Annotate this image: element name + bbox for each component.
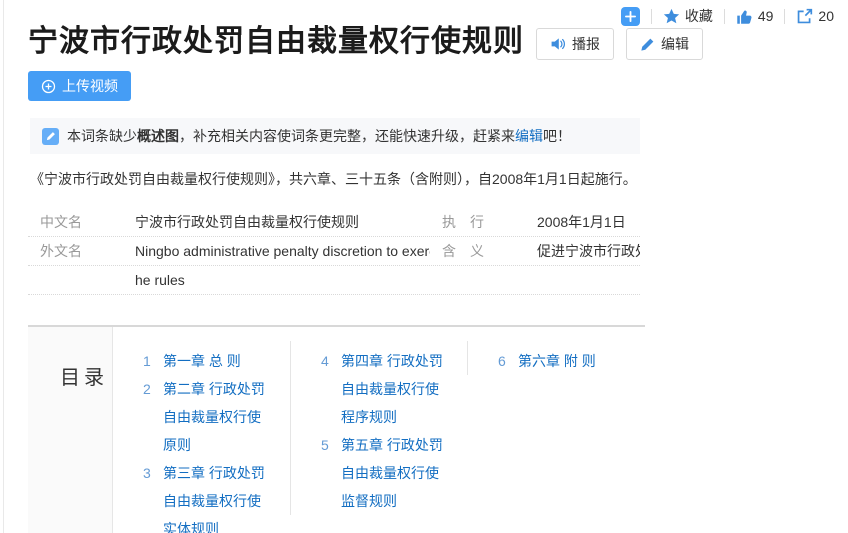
catalog-column-2: 4 第四章 行政处罚自由裁量权行使程序规则 5 第五章 行政处罚自由裁量权行使监… (290, 341, 467, 515)
info-row: 中文名 宁波市行政处罚自由裁量权行使规则 执 行 2008年1月1日 (28, 208, 640, 237)
info-value: 2008年1月1日 (537, 212, 640, 232)
catalog-item-number: 5 (321, 431, 335, 515)
broadcast-button[interactable]: 播报 (536, 28, 614, 60)
catalog-item-number: 6 (498, 347, 512, 375)
entry-summary: 《宁波市行政处罚自由裁量权行使规则》，共六章、三十五条（含附则），自2008年1… (28, 168, 645, 190)
catalog-side: 目录 (28, 327, 113, 533)
thumb-up-icon (736, 8, 753, 25)
favorite-label: 收藏 (685, 6, 713, 26)
add-to-icon[interactable] (621, 7, 640, 26)
info-label: 中文名 (28, 212, 135, 232)
upload-video-button[interactable]: 上传视频 (28, 71, 131, 101)
speaker-icon (550, 36, 566, 52)
catalog-item: 5 第五章 行政处罚自由裁量权行使监督规则 (321, 431, 467, 515)
catalog-item-number: 2 (143, 375, 157, 459)
info-value: 宁波市行政处罚自由裁量权行使规则 (135, 212, 430, 232)
catalog-item-number: 4 (321, 347, 335, 431)
catalog-title: 目录 (60, 361, 112, 390)
social-toolbar: 收藏 49 20 (621, 6, 834, 26)
baike-entry-page: 收藏 49 20 宁波市行政处罚自由裁量权行使规则 播报 编辑 (0, 0, 848, 533)
share-icon (796, 8, 813, 25)
favorite-button[interactable]: 收藏 (663, 6, 713, 26)
catalog-link-chapter4[interactable]: 第四章 行政处罚自由裁量权行使程序规则 (341, 347, 448, 431)
catalog-link-chapter1[interactable]: 第一章 总 则 (163, 347, 270, 375)
catalog-link-chapter2[interactable]: 第二章 行政处罚自由裁量权行使原则 (163, 375, 270, 459)
catalog-item: 1 第一章 总 则 (143, 347, 290, 375)
edit-label: 编辑 (661, 34, 689, 54)
share-button[interactable]: 20 (796, 8, 834, 25)
info-value: Ningbo administrative penalty discretion… (135, 243, 430, 259)
info-label: 含 义 (430, 241, 537, 261)
info-label (430, 272, 537, 288)
catalog-item: 2 第二章 行政处罚自由裁量权行使原则 (143, 375, 290, 459)
page-left-divider (3, 0, 4, 533)
edit-pencil-icon (42, 128, 59, 145)
missing-summary-notice: 本词条缺少概述图，补充相关内容使词条更完整，还能快速升级，赶紧来编辑吧！ (30, 118, 640, 154)
toolbar-separator (724, 9, 725, 24)
catalog-link-chapter5[interactable]: 第五章 行政处罚自由裁量权行使监督规则 (341, 431, 448, 515)
title-row: 宁波市行政处罚自由裁量权行使规则 播报 编辑 (28, 22, 645, 62)
catalog-item-number: 3 (143, 459, 157, 533)
catalog-item-number: 1 (143, 347, 157, 375)
share-count: 20 (818, 8, 834, 24)
info-row: 外文名 Ningbo administrative penalty discre… (28, 237, 640, 266)
basic-info-table: 中文名 宁波市行政处罚自由裁量权行使规则 执 行 2008年1月1日 外文名 N… (28, 208, 640, 295)
catalog-column-1: 1 第一章 总 则 2 第二章 行政处罚自由裁量权行使原则 3 第三章 行政处罚… (113, 341, 290, 533)
circle-plus-icon (41, 79, 56, 94)
notice-bold-term: 概述图 (137, 128, 179, 144)
like-button[interactable]: 49 (736, 8, 774, 25)
catalog-item: 4 第四章 行政处罚自由裁量权行使程序规则 (321, 347, 467, 431)
info-value: 促进宁波市行政处罚 (537, 241, 640, 261)
info-label: 执 行 (430, 212, 537, 232)
broadcast-label: 播报 (572, 34, 600, 54)
toolbar-separator (784, 9, 785, 24)
page-title: 宁波市行政处罚自由裁量权行使规则 (28, 22, 524, 62)
like-count: 49 (758, 8, 774, 24)
info-value: he rules (135, 272, 430, 288)
pencil-icon (640, 37, 655, 52)
notice-text: 本词条缺少概述图，补充相关内容使词条更完整，还能快速升级，赶紧来编辑吧！ (67, 126, 571, 146)
info-label: 外文名 (28, 241, 135, 261)
notice-edit-link[interactable]: 编辑 (515, 128, 543, 144)
catalog-column-3: 6 第六章 附 则 (467, 341, 644, 375)
edit-button[interactable]: 编辑 (626, 28, 703, 60)
catalog-item: 6 第六章 附 则 (498, 347, 644, 375)
star-icon (663, 8, 680, 25)
catalog-items: 1 第一章 总 则 2 第二章 行政处罚自由裁量权行使原则 3 第三章 行政处罚… (113, 327, 644, 533)
info-row: he rules (28, 266, 640, 295)
catalog-link-chapter6[interactable]: 第六章 附 则 (518, 347, 625, 375)
upload-video-label: 上传视频 (62, 76, 118, 96)
catalog-link-chapter3[interactable]: 第三章 行政处罚自由裁量权行使实体规则 (163, 459, 270, 533)
toolbar-separator (651, 9, 652, 24)
catalog-box: 目录 1 第一章 总 则 2 第二章 行政处罚自由裁量权行使原则 3 第三章 行… (28, 325, 645, 533)
catalog-item: 3 第三章 行政处罚自由裁量权行使实体规则 (143, 459, 290, 533)
